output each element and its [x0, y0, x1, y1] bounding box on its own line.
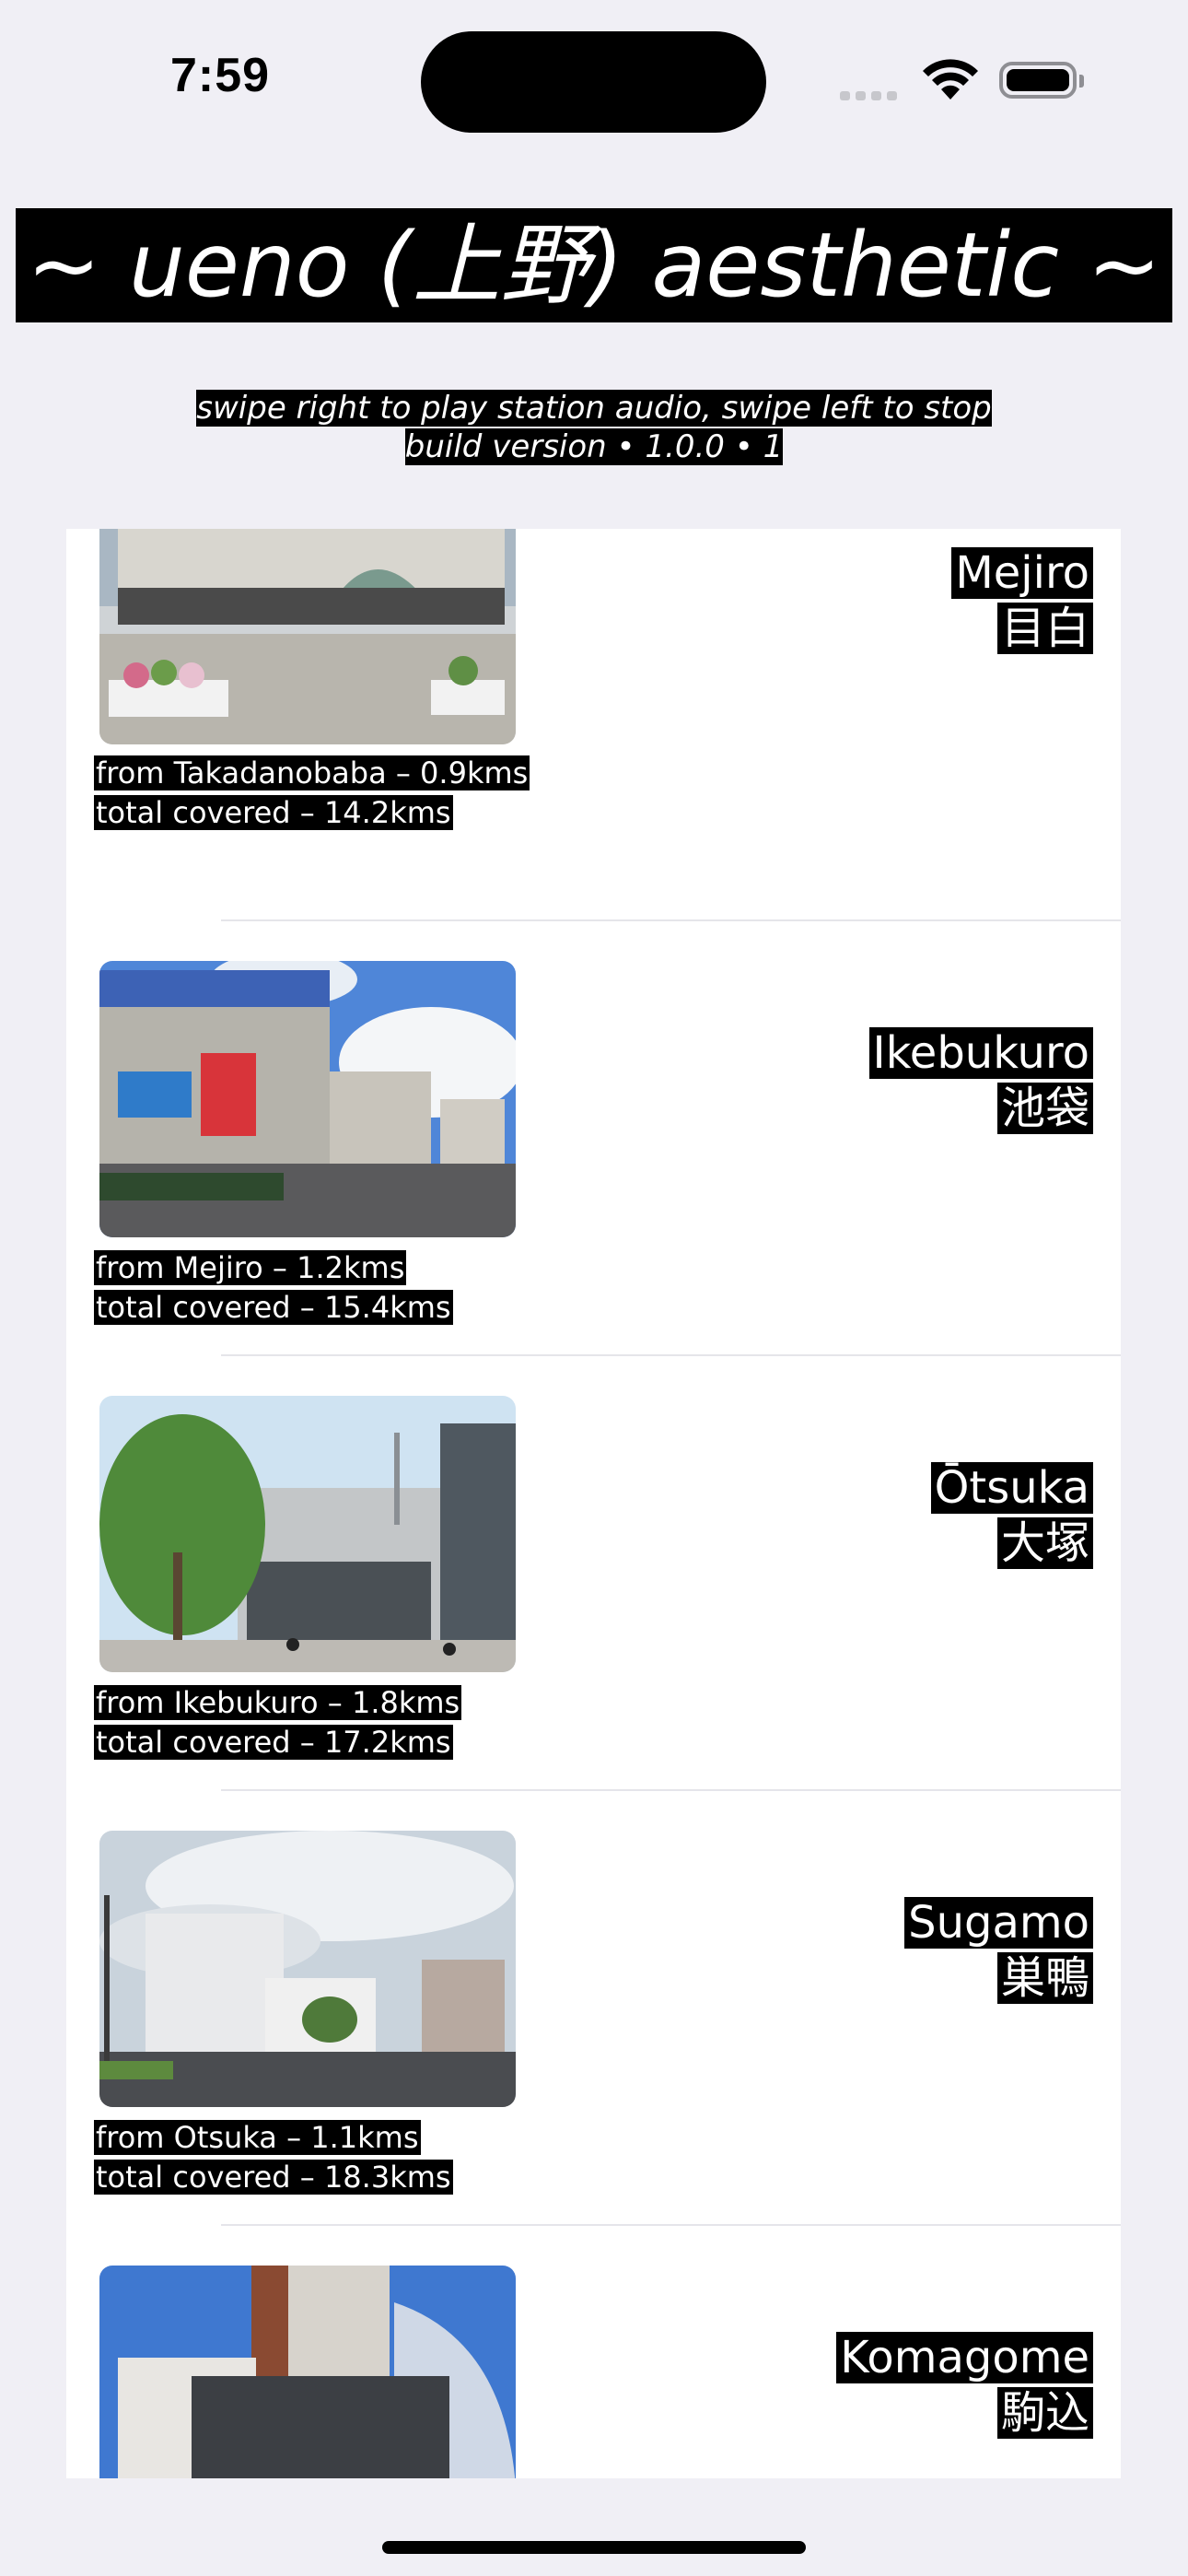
station-row-otsuka[interactable]: from Ikebukuro – 1.8kms total covered – … — [66, 1356, 1121, 1791]
page-title: ~ ueno (上野) aesthetic ~ — [0, 208, 1188, 322]
station-distance-info: from Otsuka – 1.1kms total covered – 18.… — [94, 2118, 453, 2197]
distance-from-previous: from Ikebukuro – 1.8kms — [94, 1685, 462, 1720]
station-distance-info: from Ikebukuro – 1.8kms total covered – … — [94, 1683, 462, 1762]
station-name-en: Komagome — [836, 2332, 1093, 2383]
station-row-komagome[interactable]: Komagome 駒込 — [66, 2226, 1121, 2478]
total-distance: total covered – 15.4kms — [94, 1290, 453, 1325]
build-version: build version • 1.0.0 • 1 — [404, 428, 784, 465]
total-distance: total covered – 17.2kms — [94, 1725, 453, 1760]
home-indicator[interactable] — [382, 2541, 806, 2554]
total-distance: total covered – 18.3kms — [94, 2160, 453, 2195]
station-name-jp: 駒込 — [996, 2387, 1093, 2439]
station-name-jp: 巣鴨 — [996, 1952, 1093, 2004]
station-name-en: Ōtsuka — [930, 1462, 1093, 1514]
station-row-sugamo[interactable]: from Otsuka – 1.1kms total covered – 18.… — [66, 1791, 1121, 2226]
station-list[interactable]: from Takadanobaba – 0.9kms total covered… — [66, 529, 1121, 2478]
otsuka-station-photo — [99, 1396, 516, 1672]
page-subtitle: swipe right to play station audio, swipe… — [0, 389, 1188, 466]
station-name: Ikebukuro 池袋 — [868, 1025, 1093, 1136]
station-name: Ōtsuka 大塚 — [930, 1460, 1093, 1571]
station-distance-info: from Mejiro – 1.2kms total covered – 15.… — [94, 1248, 453, 1328]
station-name-en: Sugamo — [904, 1897, 1093, 1949]
total-distance: total covered – 14.2kms — [94, 795, 453, 830]
wifi-icon — [923, 59, 978, 100]
komagome-station-photo — [99, 2266, 516, 2478]
distance-from-previous: from Mejiro – 1.2kms — [94, 1250, 407, 1285]
battery-icon — [999, 62, 1084, 99]
status-bar: 7:59 — [0, 0, 1188, 157]
station-distance-info: from Takadanobaba – 0.9kms total covered… — [94, 754, 530, 833]
cellular-signal-icon — [840, 87, 903, 104]
station-row-ikebukuro[interactable]: from Mejiro – 1.2kms total covered – 15.… — [66, 921, 1121, 1356]
ikebukuro-station-photo — [99, 961, 516, 1237]
station-name: Sugamo 巣鴨 — [904, 1895, 1093, 2006]
status-time: 7:59 — [170, 49, 271, 102]
mejiro-station-photo — [99, 529, 516, 744]
station-name-en: Ikebukuro — [868, 1027, 1093, 1079]
station-name-jp: 目白 — [996, 603, 1093, 654]
station-name-jp: 大塚 — [996, 1517, 1093, 1569]
distance-from-previous: from Takadanobaba – 0.9kms — [94, 755, 530, 790]
dynamic-island — [421, 31, 766, 133]
station-name-jp: 池袋 — [996, 1083, 1093, 1134]
sugamo-station-photo — [99, 1831, 516, 2107]
station-name: Mejiro 目白 — [951, 545, 1093, 656]
station-name: Komagome 駒込 — [836, 2330, 1093, 2441]
station-row-mejiro[interactable]: from Takadanobaba – 0.9kms total covered… — [66, 529, 1121, 921]
station-name-en: Mejiro — [951, 547, 1093, 599]
distance-from-previous: from Otsuka – 1.1kms — [94, 2120, 421, 2155]
subtitle-instructions: swipe right to play station audio, swipe… — [196, 390, 992, 427]
